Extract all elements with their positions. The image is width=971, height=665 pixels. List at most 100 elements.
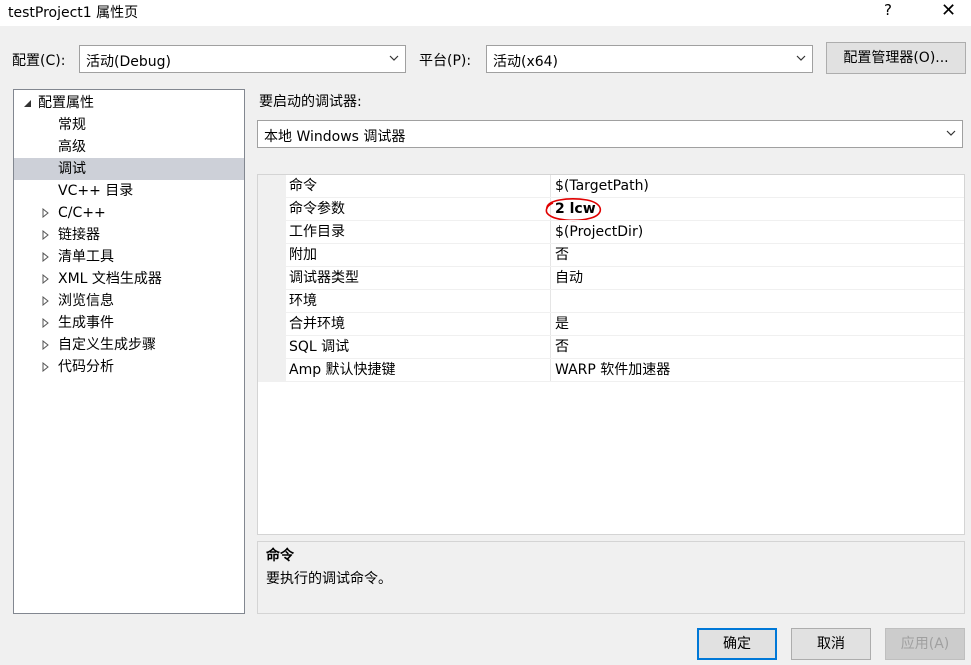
grid-row-environment[interactable]: 环境 <box>258 290 964 313</box>
tree-root[interactable]: 配置属性 <box>14 92 244 114</box>
tree-item-code-analysis[interactable]: 代码分析 <box>14 356 244 378</box>
property-grid[interactable]: 命令 $(TargetPath) 命令参数 2 lcw 工作目录 $(Proje… <box>257 174 965 535</box>
tree-item-vc-directories[interactable]: VC++ 目录 <box>14 180 244 202</box>
tree-item-cpp[interactable]: C/C++ <box>14 202 244 224</box>
debugger-select[interactable]: 本地 Windows 调试器 <box>257 120 963 148</box>
cancel-button[interactable]: 取消 <box>791 628 871 660</box>
property-name: 附加 <box>289 247 317 263</box>
expand-triangle-icon[interactable] <box>40 230 50 240</box>
tree-item-linker[interactable]: 链接器 <box>14 224 244 246</box>
column-divider <box>550 336 551 359</box>
row-gutter <box>258 221 286 244</box>
tree-item-debugging[interactable]: 调试 <box>14 158 244 180</box>
property-name: 合并环境 <box>289 316 345 332</box>
property-name: 调试器类型 <box>289 270 359 286</box>
config-label: 配置(C): <box>12 53 66 69</box>
expand-triangle-icon[interactable] <box>40 318 50 328</box>
property-name: 命令 <box>289 178 317 194</box>
tree-item-label: 自定义生成步骤 <box>58 337 156 353</box>
expand-triangle-icon[interactable] <box>40 208 50 218</box>
column-divider <box>550 359 551 382</box>
chevron-down-icon <box>389 55 399 61</box>
window-title: testProject1 属性页 <box>8 5 139 21</box>
tree-item-label: 生成事件 <box>58 315 114 331</box>
expand-triangle-icon[interactable] <box>40 362 50 372</box>
ok-button[interactable]: 确定 <box>697 628 777 660</box>
debugger-label: 要启动的调试器: <box>259 94 362 110</box>
description-panel: 命令 要执行的调试命令。 <box>257 541 965 614</box>
config-select[interactable]: 活动(Debug) <box>79 45 406 73</box>
row-gutter <box>258 198 286 221</box>
grid-row-working-directory[interactable]: 工作目录 $(ProjectDir) <box>258 221 964 244</box>
tree-item-browse-info[interactable]: 浏览信息 <box>14 290 244 312</box>
close-button[interactable]: ✕ <box>941 0 956 21</box>
tree-item-custom-build-step[interactable]: 自定义生成步骤 <box>14 334 244 356</box>
tree-item-label: XML 文档生成器 <box>58 271 162 287</box>
property-name: 环境 <box>289 293 317 309</box>
red-circle-annotation <box>545 198 602 222</box>
platform-select[interactable]: 活动(x64) <box>486 45 813 73</box>
grid-row-debugger-type[interactable]: 调试器类型 自动 <box>258 267 964 290</box>
tree-item-manifest-tool[interactable]: 清单工具 <box>14 246 244 268</box>
tree-item-label: C/C++ <box>58 205 106 221</box>
platform-value: 活动(x64) <box>493 54 559 70</box>
tree-item-label: 链接器 <box>58 227 100 243</box>
property-value[interactable]: 否 <box>555 244 569 267</box>
column-divider <box>550 290 551 313</box>
configuration-manager-button[interactable]: 配置管理器(O)... <box>826 42 966 74</box>
row-gutter <box>258 290 286 313</box>
description-title: 命令 <box>266 548 294 564</box>
row-gutter <box>258 175 286 198</box>
tree-item-label: 代码分析 <box>58 359 114 375</box>
expand-triangle-icon[interactable] <box>40 296 50 306</box>
grid-row-command-arguments[interactable]: 命令参数 2 lcw <box>258 198 964 222</box>
grid-row-sql-debugging[interactable]: SQL 调试 否 <box>258 336 964 359</box>
column-divider <box>550 244 551 267</box>
collapse-triangle-icon[interactable] <box>22 98 32 108</box>
platform-label: 平台(P): <box>419 53 472 69</box>
property-value[interactable]: 自动 <box>555 267 583 290</box>
grid-row-attach[interactable]: 附加 否 <box>258 244 964 267</box>
property-name: Amp 默认快捷键 <box>289 362 396 378</box>
row-gutter <box>258 313 286 336</box>
chevron-down-icon <box>946 130 956 136</box>
expand-triangle-icon[interactable] <box>40 274 50 284</box>
help-button[interactable]: ? <box>884 1 892 19</box>
row-gutter <box>258 267 286 290</box>
tree-item-label: 常规 <box>58 117 86 133</box>
property-value[interactable]: 是 <box>555 313 569 336</box>
grid-row-merge-environment[interactable]: 合并环境 是 <box>258 313 964 336</box>
apply-button[interactable]: 应用(A) <box>885 628 965 660</box>
column-divider <box>550 267 551 290</box>
tree-item-build-events[interactable]: 生成事件 <box>14 312 244 334</box>
property-name: 工作目录 <box>289 224 345 240</box>
property-value[interactable]: $(ProjectDir) <box>555 221 643 244</box>
tree-root-label: 配置属性 <box>38 95 94 111</box>
tree-item-label: 清单工具 <box>58 249 114 265</box>
column-divider <box>550 221 551 244</box>
debugger-value: 本地 Windows 调试器 <box>264 129 406 145</box>
grid-row-command[interactable]: 命令 $(TargetPath) <box>258 175 964 198</box>
config-value: 活动(Debug) <box>86 54 171 70</box>
property-name: 命令参数 <box>289 201 345 217</box>
expand-triangle-icon[interactable] <box>40 252 50 262</box>
row-gutter <box>258 336 286 359</box>
tree-item-xml-doc-generator[interactable]: XML 文档生成器 <box>14 268 244 290</box>
title-bar: testProject1 属性页 ? ✕ <box>0 0 971 26</box>
tree-item-label: 浏览信息 <box>58 293 114 309</box>
property-value[interactable]: 否 <box>555 336 569 359</box>
grid-row-amp-default-accelerator[interactable]: Amp 默认快捷键 WARP 软件加速器 <box>258 359 964 382</box>
property-tree[interactable]: 配置属性 常规 高级 调试 VC++ 目录 C/C++ 链接器 清单工具 XML… <box>13 89 245 614</box>
row-gutter <box>258 244 286 267</box>
tree-item-general[interactable]: 常规 <box>14 114 244 136</box>
tree-item-label: VC++ 目录 <box>58 183 134 199</box>
property-name: SQL 调试 <box>289 339 350 355</box>
expand-triangle-icon[interactable] <box>40 340 50 350</box>
tree-item-label: 高级 <box>58 139 86 155</box>
chevron-down-icon <box>796 55 806 61</box>
property-value[interactable]: WARP 软件加速器 <box>555 359 670 382</box>
description-text: 要执行的调试命令。 <box>266 571 392 587</box>
tree-item-advanced[interactable]: 高级 <box>14 136 244 158</box>
row-separator <box>286 381 964 382</box>
column-divider <box>550 313 551 336</box>
